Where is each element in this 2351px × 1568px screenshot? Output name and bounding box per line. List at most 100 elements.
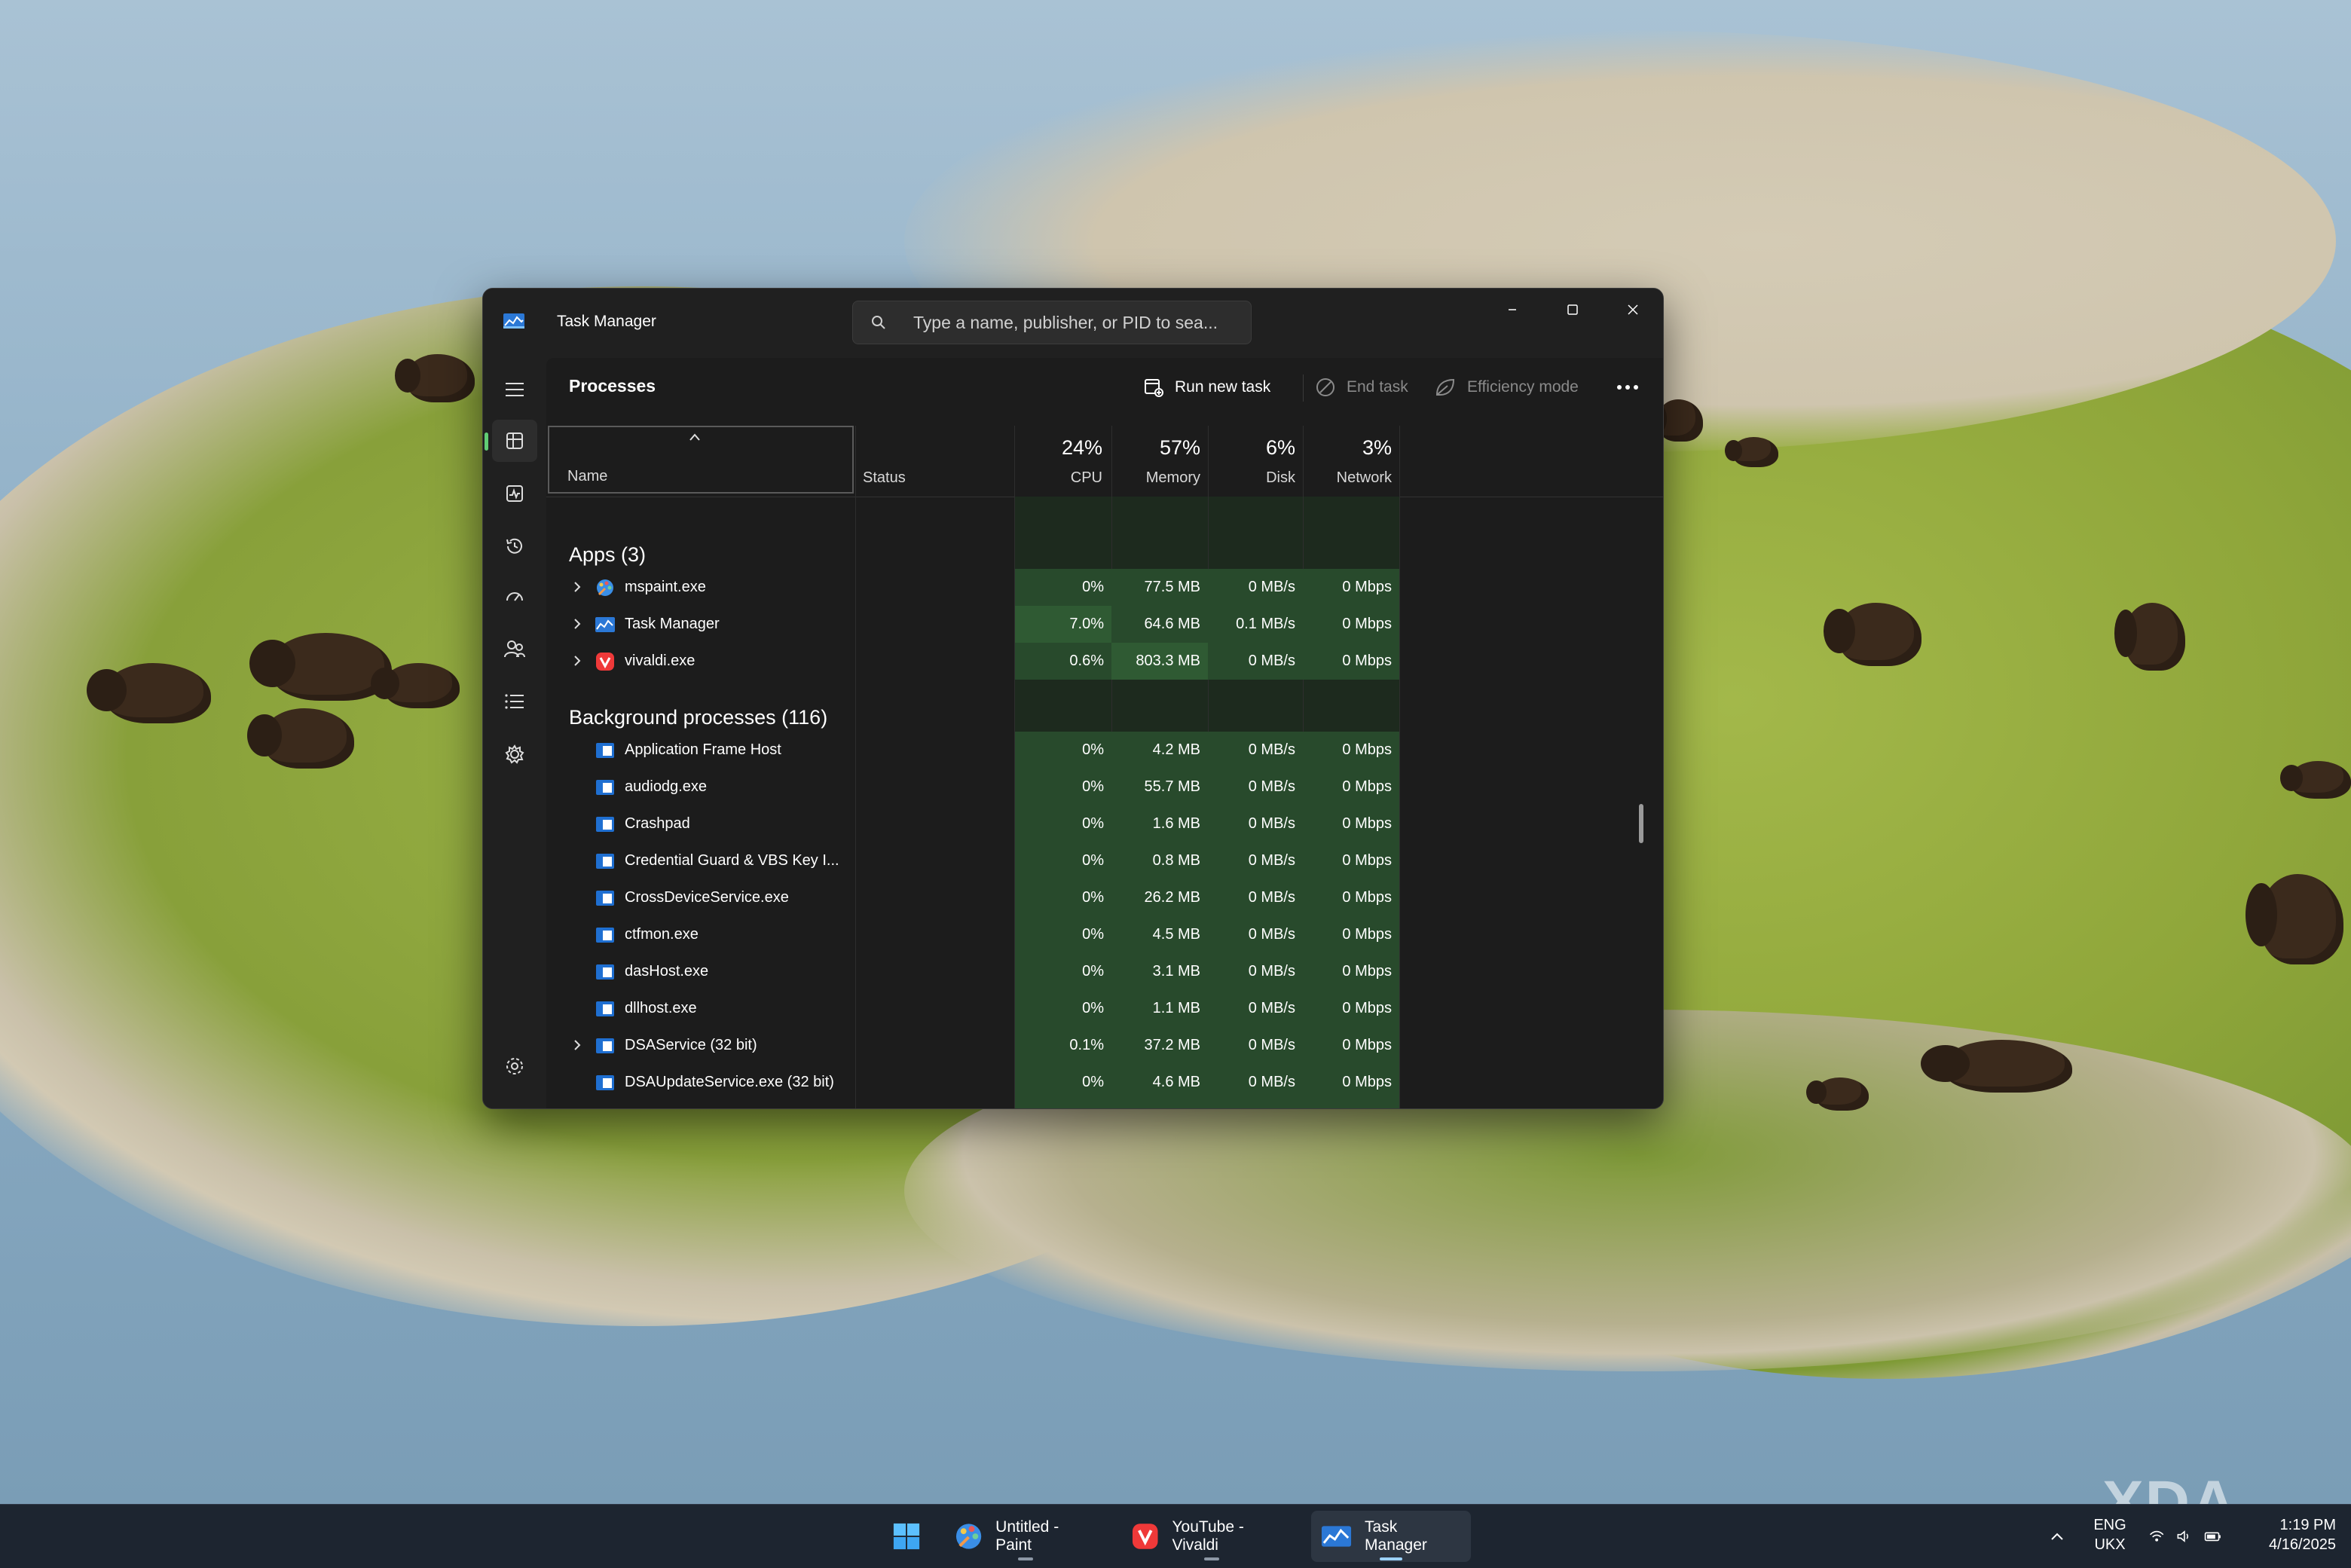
network-cell: 0 Mbps [1303,953,1399,990]
nav-processes[interactable] [485,420,537,462]
task-manager-window: Task Manager Type a name, publisher, or … [482,288,1664,1109]
memory-cell: 0.8 MB [1111,842,1208,879]
process-row[interactable]: DSAUpdateService.exe (32 bit) 0% 4.6 MB 0 M… [546,1064,1663,1101]
title-bar[interactable]: Task Manager [483,289,1663,358]
status-column-header[interactable]: Status [863,469,906,487]
cpu-column-header[interactable]: 24% CPU [1015,426,1111,495]
cpu-cell: 0% [1015,569,1111,606]
process-name: dllhost.exe [625,1000,697,1016]
memory-cell: 4.5 MB [1111,916,1208,953]
process-row[interactable]: ctfmon.exe 0% 4.5 MB 0 MB/s 0 Mbps [546,916,1663,953]
clock-time: 1:19 PM [2279,1517,2336,1533]
disk-cell: 0 MB/s [1208,769,1303,805]
disk-cell: 0 MB/s [1208,842,1303,879]
nav-startup-apps[interactable] [492,576,537,619]
chevron-right-icon[interactable] [572,581,582,593]
vertical-scrollbar[interactable] [1639,804,1643,843]
process-row[interactable]: Crashpad 0% 1.6 MB 0 MB/s 0 Mbps [546,805,1663,842]
cpu-cell: 0% [1015,769,1111,805]
start-button[interactable] [883,1511,930,1562]
sort-ascending-icon [689,433,700,441]
hamburger-menu-button[interactable] [492,368,537,411]
efficiency-mode-button[interactable]: Efficiency mode [1434,367,1579,408]
task-manager-icon [595,617,615,632]
network-cell: 0 Mbps [1303,569,1399,606]
memory-column-header[interactable]: 57% Memory [1111,426,1208,495]
maximize-icon [1567,304,1578,315]
window-title: Task Manager [557,313,656,330]
nav-users[interactable] [492,628,537,670]
background-group-header[interactable]: Background processes (116) [569,706,827,729]
process-row[interactable]: audiodg.exe 0% 55.7 MB 0 MB/s 0 Mbps [546,769,1663,805]
paint-icon [955,1524,982,1549]
nav-performance[interactable] [492,472,537,515]
nav-details[interactable] [492,680,537,723]
cpu-cell: 0% [1015,1101,1111,1108]
show-hidden-icons-button[interactable] [2041,1511,2074,1562]
apps-group-header[interactable]: Apps (3) [569,543,646,567]
navigation-rail [483,358,546,1108]
disk-column-label: Disk [1266,469,1295,486]
vivaldi-icon [1132,1524,1158,1549]
disk-cell: 0 MB/s [1208,1027,1303,1064]
memory-cell: 4.2 MB [1111,732,1208,769]
process-name: CrossDeviceService.exe [625,889,789,906]
end-task-icon [1316,378,1334,396]
close-button[interactable] [1603,289,1663,331]
battery-icon [2204,1532,2221,1542]
search-input[interactable] [913,301,1237,344]
run-new-task-label: Run new task [1175,378,1271,396]
chevron-right-icon[interactable] [572,655,582,667]
network-cell: 0 Mbps [1303,916,1399,953]
quick-settings-button[interactable] [2140,1511,2230,1562]
vivaldi-icon [596,653,614,671]
app-window-icon [596,928,614,943]
chevron-right-icon[interactable] [572,1039,582,1051]
process-row[interactable]: Task Manager 7.0% 64.6 MB 0.1 MB/s 0 Mbp… [546,606,1663,643]
minimize-icon [1509,309,1516,310]
app-window-icon [596,891,614,906]
hamburger-menu-icon [506,383,524,396]
network-cell: 0 Mbps [1303,606,1399,643]
process-row[interactable]: CrossDeviceService.exe 0% 26.2 MB 0 MB/s 0 M… [546,879,1663,916]
language-indicator[interactable]: ENG UKX [2087,1515,2132,1554]
settings-icon [506,1058,523,1074]
taskbar-item-label: Task Manager [1365,1518,1427,1554]
run-new-task-icon [1145,379,1163,397]
disk-cell: 0.1 MB/s [1208,606,1303,643]
taskbar-item-label: YouTube - Vivaldi [1172,1518,1244,1554]
taskbar-item-paint[interactable]: Untitled - Paint [945,1511,1106,1562]
more-options-button[interactable] [1616,367,1639,408]
maximize-button[interactable] [1542,289,1603,331]
page-title: Processes [569,376,656,396]
chevron-right-icon[interactable] [572,618,582,630]
disk-cell: 0 MB/s [1208,953,1303,990]
process-row[interactable]: dasHost.exe 0% 3.1 MB 0 MB/s 0 Mbps [546,953,1663,990]
run-new-task-button[interactable]: Run new task [1143,367,1270,408]
network-column-header[interactable]: 3% Network [1303,426,1399,495]
nav-services[interactable] [492,733,537,775]
nav-settings[interactable] [492,1045,537,1087]
process-row[interactable]: esrv.exe0%14.4 MB0 MB/s0 Mbps [546,1101,1663,1108]
process-row[interactable]: vivaldi.exe 0.6% 803.3 MB 0 MB/s 0 Mbps [546,643,1663,680]
end-task-button[interactable]: End task [1315,367,1408,408]
taskbar-item-label: Untitled - Paint [995,1518,1059,1554]
minimize-button[interactable] [1482,289,1542,331]
process-row[interactable]: DSAService (32 bit) 0.1% 37.2 MB 0 MB/s 0 Mb… [546,1027,1663,1064]
taskbar-item-vivaldi[interactable]: YouTube - Vivaldi [1121,1511,1302,1562]
memory-cell: 26.2 MB [1111,879,1208,916]
process-row[interactable]: dllhost.exe 0% 1.1 MB 0 MB/s 0 Mbps [546,990,1663,1027]
process-row[interactable]: mspaint.exe 0% 77.5 MB 0 MB/s 0 Mbps [546,569,1663,606]
process-row[interactable]: Application Frame Host 0% 4.2 MB 0 MB/s 0 Mb… [546,732,1663,769]
nav-app-history[interactable] [492,525,537,567]
process-name: Task Manager [625,616,720,632]
process-name: Crashpad [625,815,690,832]
name-column-header[interactable]: Name [548,426,854,494]
clock[interactable]: 1:19 PM 4/16/2025 [2238,1515,2336,1554]
memory-cell: 55.7 MB [1111,769,1208,805]
taskbar-item-task-manager[interactable]: Task Manager [1311,1511,1471,1562]
search-box[interactable] [852,301,1252,344]
process-row[interactable]: Credential Guard & VBS Key I... 0% 0.8 MB 0… [546,842,1663,879]
cpu-cell: 0% [1015,953,1111,990]
disk-column-header[interactable]: 6% Disk [1208,426,1303,495]
